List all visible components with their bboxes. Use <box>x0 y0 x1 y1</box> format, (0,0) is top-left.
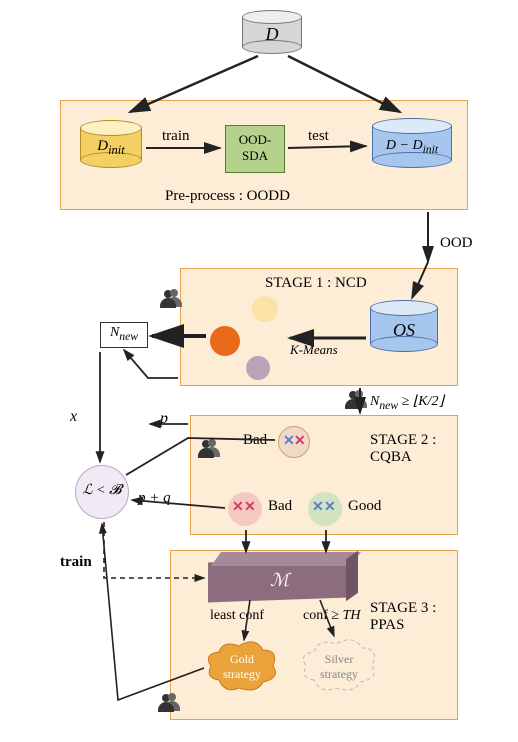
train-label: train <box>162 128 190 145</box>
db-OS: OS <box>370 300 438 352</box>
bad-ball-2: ✕ ✕ <box>228 492 262 526</box>
cluster-ball-1 <box>252 296 278 322</box>
stage2-title: STAGE 2 : CQBA <box>370 432 436 466</box>
pq-label: p + q <box>138 490 171 507</box>
cluster-ball-2 <box>210 326 240 356</box>
stage3-title: STAGE 3 : PPAS <box>370 600 436 634</box>
x-label: x <box>70 408 77 426</box>
good-label: Good <box>348 498 381 515</box>
cluster-ball-3 <box>246 356 270 380</box>
bad-label-2: Bad <box>268 498 292 515</box>
test-label: test <box>308 128 329 145</box>
conf-th-label: conf ≥ TH <box>303 608 360 624</box>
db-OS-label: OS <box>370 320 438 341</box>
bad-ball-1: ✕ ✕ <box>278 426 310 458</box>
db-DDinit: D − Dinit <box>372 118 452 168</box>
db-D: D <box>242 10 302 54</box>
preprocess-label: Pre-process : OODD <box>165 188 290 205</box>
train-edge-label: train <box>60 554 92 571</box>
user-icon <box>160 290 182 308</box>
ood-sda-box: OOD- SDA <box>225 125 285 173</box>
model-M-label: ℳ <box>270 570 289 591</box>
gold-cloud: Gold strategy <box>205 640 279 692</box>
silver-label: Silver strategy <box>300 652 378 682</box>
user-icon <box>345 391 367 409</box>
nnew-box: Nnew <box>100 322 148 348</box>
db-D-label: D <box>242 24 302 45</box>
least-conf-label: least conf <box>210 608 264 624</box>
kmeans-label: K-Means <box>290 342 338 358</box>
user-icon <box>198 440 220 458</box>
ood-label: OOD <box>440 235 473 252</box>
user-icon <box>158 694 180 712</box>
gold-label: Gold strategy <box>205 652 279 682</box>
db-DDinit-label: D − Dinit <box>372 138 452 156</box>
silver-cloud: Silver strategy <box>300 638 378 692</box>
budget-node: ℒ < 𝓑 <box>75 465 129 519</box>
bad-label-1: Bad <box>243 432 267 449</box>
stage1-title: STAGE 1 : NCD <box>265 275 367 292</box>
model-M-side <box>346 551 358 601</box>
good-ball: ✕ ✕ <box>308 492 342 526</box>
cond-label: Nnew ≥ ⌊K/2⌋ <box>370 393 444 412</box>
p-label: p <box>160 410 168 428</box>
db-Dinit-label: Dinit <box>80 138 142 158</box>
db-Dinit: Dinit <box>80 120 142 168</box>
model-M-top <box>211 552 361 566</box>
